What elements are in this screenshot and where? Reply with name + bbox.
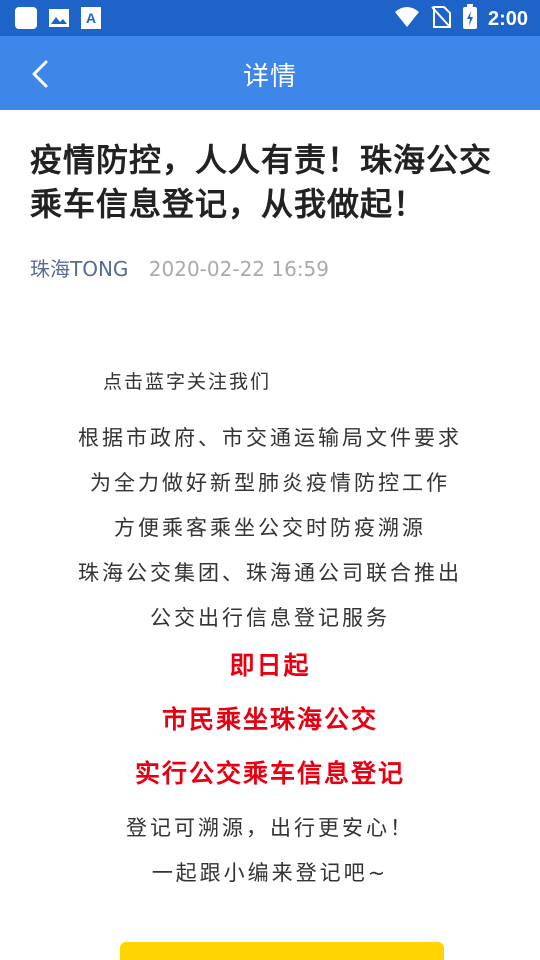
body-line: 根据市政府、市交通运输局文件要求 xyxy=(78,426,462,450)
register-banner-button[interactable] xyxy=(120,942,444,960)
status-time: 2:00 xyxy=(487,7,528,30)
body-line: 为全力做好新型肺炎疫情防控工作 xyxy=(90,471,450,495)
highlight-line: 市民乘坐珠海公交 xyxy=(161,705,378,734)
follow-prompt: 点击蓝字关注我们 xyxy=(103,371,272,393)
battery-icon xyxy=(462,4,478,34)
a-text-icon: A xyxy=(80,6,102,34)
status-bar: A 2:00 xyxy=(0,0,540,36)
body-line: 公交出行信息登记服务 xyxy=(150,606,390,630)
author-link[interactable]: 珠海TONG xyxy=(30,257,128,281)
page-title: 详情 xyxy=(242,62,297,92)
body-line: 珠海公交集团、珠海通公司联合推出 xyxy=(78,561,462,585)
body-line: 方便乘客乘坐公交时防疫溯源 xyxy=(114,516,426,540)
article-meta: 珠海TONG 2020-02-22 16:59 xyxy=(30,253,329,282)
app-bar: 详情 xyxy=(0,36,540,110)
no-sim-icon xyxy=(430,5,452,33)
highlight-line: 实行公交乘车信息登记 xyxy=(134,759,405,788)
body-line: 一起跟小编来登记吧~ xyxy=(151,861,389,885)
body-line: 登记可溯源，出行更安心！ xyxy=(126,816,414,840)
square-icon xyxy=(14,6,38,34)
article-title: 疫情防控，人人有责！珠海公交乘车信息登记，从我做起！ xyxy=(30,141,493,223)
publish-date: 2020-02-22 16:59 xyxy=(148,257,330,281)
highlight-line: 即日起 xyxy=(229,651,311,680)
wifi-icon xyxy=(394,6,420,32)
svg-text:A: A xyxy=(86,10,96,26)
image-icon xyxy=(48,7,70,33)
